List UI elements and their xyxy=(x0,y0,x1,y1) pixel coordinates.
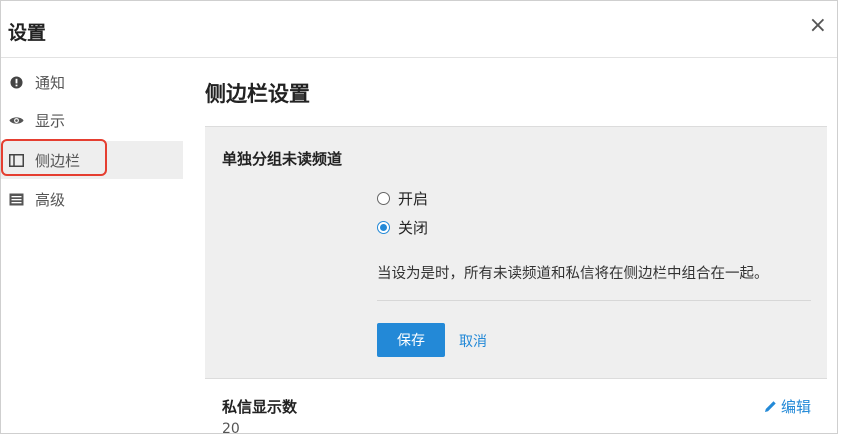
close-button[interactable]: × xyxy=(809,15,827,37)
setting-value: 20 xyxy=(222,421,240,434)
sidebar-item-display[interactable]: 显示 xyxy=(1,101,183,139)
page-title: 侧边栏设置 xyxy=(205,82,310,106)
eye-icon xyxy=(8,112,24,128)
list-alt-icon xyxy=(8,191,24,207)
divider xyxy=(377,300,811,301)
exclamation-circle-icon xyxy=(8,74,24,90)
columns-icon xyxy=(8,152,24,168)
radio-button[interactable] xyxy=(377,192,390,205)
edit-label: 编辑 xyxy=(780,398,811,416)
modal-header: 设置 × xyxy=(1,1,837,58)
radio-label: 开启 xyxy=(398,190,429,208)
radio-button-selected[interactable] xyxy=(377,221,390,234)
sidebar-item-label: 侧边栏 xyxy=(35,151,81,170)
setting-label: 单独分组未读频道 xyxy=(222,150,343,168)
cancel-link[interactable]: 取消 xyxy=(459,331,487,351)
radio-option-on[interactable]: 开启 xyxy=(377,188,428,209)
save-button[interactable]: 保存 xyxy=(377,323,445,357)
sidebar-item-notifications[interactable]: 通知 xyxy=(1,63,183,101)
sidebar-item-label: 通知 xyxy=(35,73,66,92)
setting-label: 私信显示数 xyxy=(222,398,298,416)
settings-sidebar: 通知 显示 侧边栏 高级 xyxy=(1,59,183,433)
modal-title: 设置 xyxy=(8,22,47,44)
sidebar-item-label: 显示 xyxy=(35,111,66,130)
setting-help-text: 当设为是时，所有未读频道和私信将在侧边栏中组合在一起。 xyxy=(377,266,769,282)
divider xyxy=(205,378,827,379)
group-unreads-setting-panel: 单独分组未读频道 开启 关闭 当设为是时，所有未读频道和私信将在侧边栏中组合在一… xyxy=(205,126,827,378)
radio-option-off[interactable]: 关闭 xyxy=(377,217,428,238)
sidebar-item-label: 高级 xyxy=(35,190,66,209)
pencil-icon xyxy=(764,401,776,412)
edit-link[interactable]: 编辑 xyxy=(764,396,811,417)
settings-content: 侧边栏设置 单独分组未读频道 开启 关闭 当设为是时，所有未读频道和私信将在侧边… xyxy=(205,59,827,434)
sidebar-item-sidebar[interactable]: 侧边栏 xyxy=(1,141,183,179)
settings-modal: 设置 × 通知 显示 侧边栏 高级 侧边栏设置 单独分组未读频道 开启 关闭 当… xyxy=(0,0,838,434)
sidebar-item-advanced[interactable]: 高级 xyxy=(1,180,183,218)
radio-label: 关闭 xyxy=(398,219,429,237)
